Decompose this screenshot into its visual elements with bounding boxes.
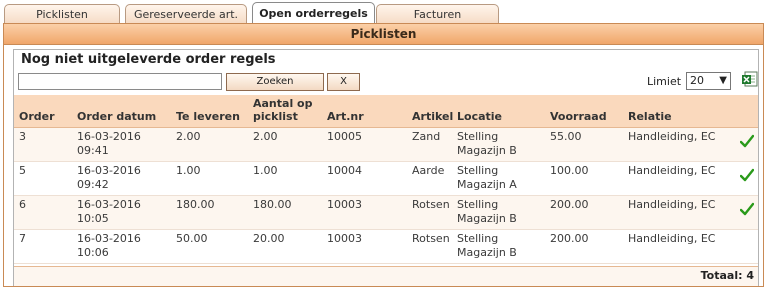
cell-locatie: Stelling Magazijn B	[457, 232, 517, 259]
check-icon[interactable]	[740, 202, 754, 216]
cell-artnr: 10005	[327, 130, 362, 143]
tab-label: Gereserveerde art.	[133, 8, 239, 21]
cell-order: 7	[19, 232, 26, 245]
check-icon[interactable]	[740, 168, 754, 182]
col-te-leveren[interactable]: Te leveren	[176, 110, 240, 123]
total-count: Totaal: 4	[700, 269, 754, 282]
tab-label: Facturen	[413, 8, 462, 21]
order-regels-section: Nog niet uitgeleverde order regels Zoeke…	[13, 49, 759, 286]
table-row[interactable]: 7 16-03-2016 10:06 50.00 20.00 10003 Rots…	[14, 230, 758, 264]
cell-order: 5	[19, 164, 26, 177]
cell-aantal: 1.00	[253, 164, 278, 177]
cell-te-leveren: 2.00	[176, 130, 201, 143]
table-footer: Totaal: 4	[14, 266, 758, 286]
tab-gereserveerde-art[interactable]: Gereserveerde art.	[125, 4, 247, 23]
limit-value: 20	[690, 74, 704, 87]
cell-te-leveren: 50.00	[176, 232, 208, 245]
cell-date: 16-03-2016 09:41	[77, 130, 141, 157]
cell-locatie: Stelling Magazijn B	[457, 130, 517, 157]
cell-order: 3	[19, 130, 26, 143]
col-relatie[interactable]: Relatie	[628, 110, 672, 123]
col-voorraad[interactable]: Voorraad	[550, 110, 607, 123]
search-input[interactable]	[18, 73, 222, 90]
panel-title: Picklisten	[4, 24, 763, 45]
col-aantal-op-picklist[interactable]: Aantal op picklist	[253, 97, 325, 123]
search-button[interactable]: Zoeken	[226, 73, 324, 91]
tab-bar: Picklisten Gereserveerde art. Open order…	[0, 0, 767, 24]
cell-artikel: Zand	[412, 130, 441, 143]
cell-aantal: 2.00	[253, 130, 278, 143]
cell-artnr: 10004	[327, 164, 362, 177]
col-order[interactable]: Order	[19, 110, 55, 123]
col-locatie[interactable]: Locatie	[457, 110, 502, 123]
col-order-datum[interactable]: Order datum	[77, 110, 156, 123]
cell-artnr: 10003	[327, 232, 362, 245]
cell-voorraad: 55.00	[550, 130, 582, 143]
cell-te-leveren: 180.00	[176, 198, 215, 211]
cell-aantal: 20.00	[253, 232, 285, 245]
cell-voorraad: 200.00	[550, 232, 589, 245]
table-row[interactable]: 5 16-03-2016 09:42 1.00 1.00 10004 Aarde …	[14, 162, 758, 196]
cell-artikel: Rotsen	[412, 232, 450, 245]
clear-search-button[interactable]: X	[327, 73, 360, 91]
cell-date: 16-03-2016 10:05	[77, 198, 141, 225]
tab-label: Picklisten	[36, 8, 88, 21]
order-table: Order Order datum Te leveren Aantal op p…	[14, 95, 758, 264]
cell-artnr: 10003	[327, 198, 362, 211]
cell-voorraad: 200.00	[550, 198, 589, 211]
cell-aantal: 180.00	[253, 198, 292, 211]
limit-select[interactable]: 20 ▼	[686, 72, 731, 90]
cell-relatie: Handleiding, EC	[628, 232, 716, 245]
cell-te-leveren: 1.00	[176, 164, 201, 177]
table-header: Order Order datum Te leveren Aantal op p…	[14, 95, 758, 128]
cell-order: 6	[19, 198, 26, 211]
check-icon[interactable]	[740, 134, 754, 148]
col-artnr[interactable]: Art.nr	[327, 110, 364, 123]
tab-facturen[interactable]: Facturen	[376, 4, 499, 23]
col-artikel[interactable]: Artikel	[412, 110, 453, 123]
cell-relatie: Handleiding, EC	[628, 130, 716, 143]
cell-relatie: Handleiding, EC	[628, 198, 716, 211]
table-row[interactable]: 3 16-03-2016 09:41 2.00 2.00 10005 Zand S…	[14, 128, 758, 162]
cell-locatie: Stelling Magazijn B	[457, 198, 517, 225]
cell-artikel: Aarde	[412, 164, 445, 177]
limit-label: Limiet	[647, 75, 682, 88]
cell-voorraad: 100.00	[550, 164, 589, 177]
tab-picklisten[interactable]: Picklisten	[4, 4, 120, 23]
tab-open-orderregels[interactable]: Open orderregels	[252, 2, 375, 24]
chevron-down-icon: ▼	[719, 75, 727, 86]
picklisten-panel: Picklisten Nog niet uitgeleverde order r…	[3, 23, 764, 287]
excel-icon[interactable]	[742, 71, 758, 87]
table-row[interactable]: 6 16-03-2016 10:05 180.00 180.00 10003 Ro…	[14, 196, 758, 230]
section-heading: Nog niet uitgeleverde order regels	[21, 52, 276, 67]
cell-artikel: Rotsen	[412, 198, 450, 211]
tab-label: Open orderregels	[259, 7, 368, 20]
cell-date: 16-03-2016 10:06	[77, 232, 141, 259]
cell-relatie: Handleiding, EC	[628, 164, 716, 177]
cell-date: 16-03-2016 09:42	[77, 164, 141, 191]
cell-locatie: Stelling Magazijn A	[457, 164, 517, 191]
